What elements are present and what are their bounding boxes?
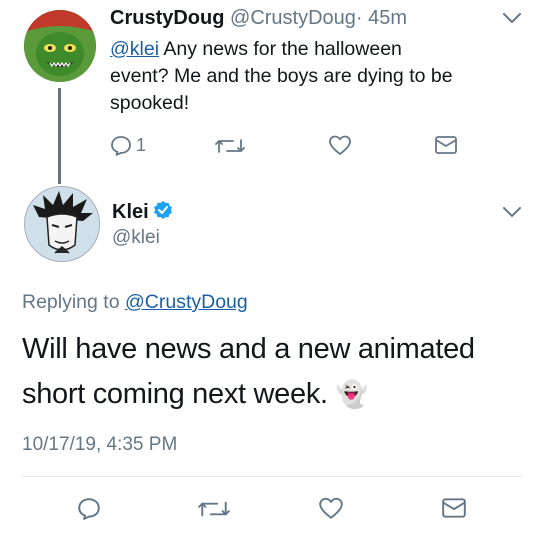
replying-to-prefix: Replying to: [22, 291, 125, 313]
retweet-icon[interactable]: [215, 136, 245, 156]
main-tweet-chevron-down-icon[interactable]: [502, 205, 522, 219]
reply-tweet-chevron-down-icon[interactable]: [502, 11, 522, 25]
main-tweet-line-2-text: short coming next week.: [22, 378, 328, 410]
actions-divider: [22, 476, 522, 477]
main-reply-icon[interactable]: [77, 496, 101, 520]
main-tweet-name-row: Klei: [112, 200, 173, 224]
main-display-name[interactable]: Klei: [112, 201, 149, 223]
avatar-klei[interactable]: [24, 186, 100, 262]
reply-mention-link[interactable]: @klei: [110, 38, 159, 60]
tweet-timestamp[interactable]: 10/17/19, 4:35 PM: [22, 434, 177, 456]
reply-text-part1: Any news for the halloween: [159, 38, 402, 60]
klei-avatar-image: [25, 187, 99, 261]
reply-count: 1: [136, 135, 147, 155]
reply-tweet-line-3: spooked!: [110, 92, 190, 114]
replying-to-link[interactable]: @CrustyDoug: [125, 291, 248, 313]
replying-to-row: Replying to @CrustyDoug: [22, 291, 248, 314]
dm-icon[interactable]: [434, 135, 458, 155]
main-dm-icon[interactable]: [441, 497, 467, 519]
thread-connector-line: [58, 88, 61, 184]
goblin-avatar-image: [24, 10, 96, 82]
reply-icon[interactable]: [110, 134, 132, 156]
avatar-crustydoug[interactable]: [24, 10, 96, 82]
reply-handle[interactable]: @CrustyDoug: [230, 7, 356, 29]
reply-display-name[interactable]: CrustyDoug: [110, 7, 224, 29]
reply-tweet-line-1: @klei Any news for the halloween: [110, 36, 530, 63]
reply-tweet-line-2: event? Me and the boys are dying to be: [110, 65, 453, 87]
reply-tweet-header: CrustyDoug @CrustyDoug· 45m: [110, 7, 407, 30]
main-tweet-text: Will have news and a new animated short …: [22, 327, 522, 417]
reply-tweet-text: @klei Any news for the halloween event? …: [110, 36, 530, 117]
main-retweet-icon[interactable]: [198, 498, 230, 520]
main-tweet-line-1: Will have news and a new animated: [22, 333, 475, 365]
main-tweet-line-2: short coming next week. 👻: [22, 372, 522, 417]
ghost-emoji: 👻: [335, 379, 368, 409]
main-like-icon[interactable]: [318, 496, 344, 520]
verified-badge-icon: [153, 200, 173, 220]
reply-separator: ·: [355, 7, 363, 29]
reply-time[interactable]: 45m: [368, 7, 407, 29]
like-icon[interactable]: [328, 134, 352, 156]
main-handle[interactable]: @klei: [112, 227, 160, 249]
